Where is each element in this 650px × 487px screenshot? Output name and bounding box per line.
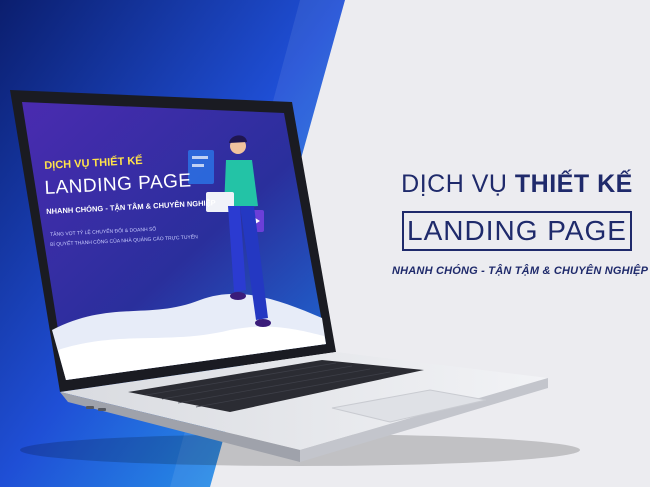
usb-c-port-2 [98,408,106,411]
headline-service: DỊCH VỤ THIẾT KẾ [392,170,642,199]
headline-block: DỊCH VỤ THIẾT KẾ LANDING PAGE NHANH CHÓN… [392,170,649,277]
headline-service-thin: DỊCH VỤ [401,170,515,198]
headline-subtitle: NHANH CHÓNG - TẬN TẬM & CHUYÊN NGHIỆP [392,265,649,277]
landing-page-title-box: LANDING PAGE [402,211,632,251]
headline-service-bold: THIẾT KẾ [514,170,633,198]
usb-c-port-1 [86,406,94,409]
